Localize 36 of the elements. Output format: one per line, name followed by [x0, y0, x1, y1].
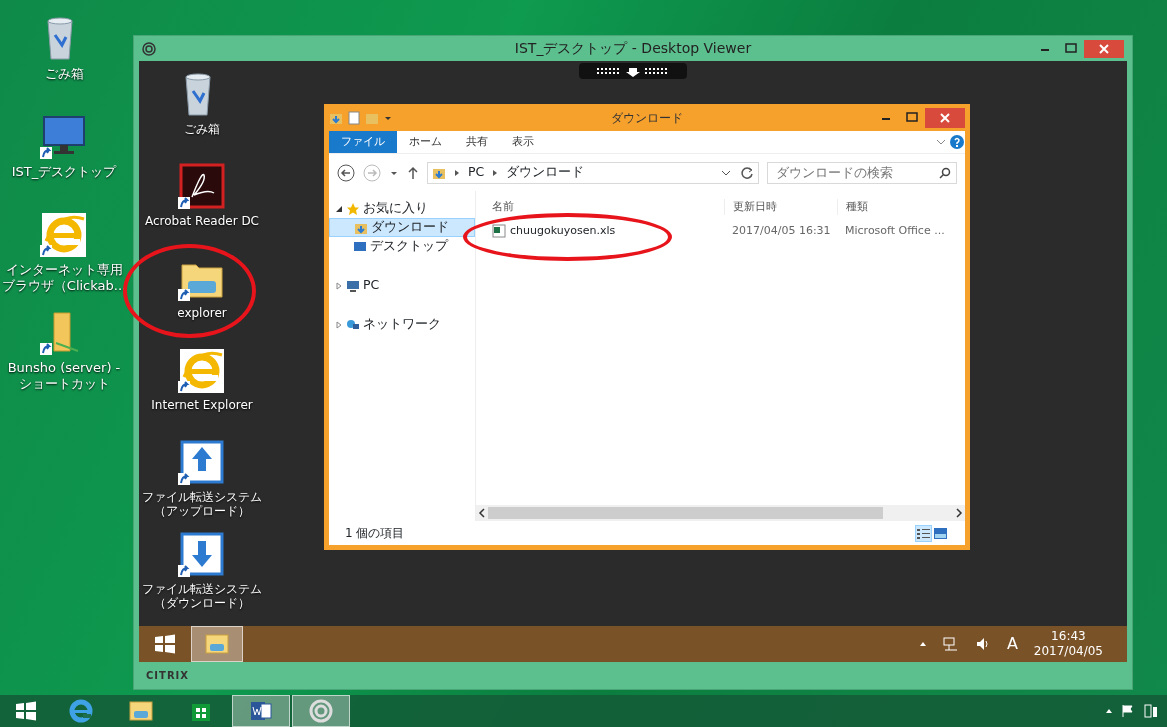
window-title: IST_デスクトップ - Desktop Viewer: [514, 39, 752, 58]
column-header[interactable]: 更新日時: [724, 198, 837, 215]
clock-date[interactable]: 2017/04/05: [1033, 644, 1103, 659]
icon-label: Bunsho (server) - ショートカット: [6, 360, 122, 392]
nav-item[interactable]: ダウンロード: [329, 218, 475, 237]
nav-item[interactable]: PC: [329, 276, 475, 295]
ribbon-tab[interactable]: 表示: [500, 130, 546, 154]
item-count: 1 個の項目: [345, 525, 405, 542]
icon-label: Internet Explorer: [151, 398, 253, 413]
ribbon-tab[interactable]: ファイル: [329, 130, 397, 154]
icon-label: インターネット専用ブラウザ（Clickab...: [0, 262, 128, 294]
window-title: ダウンロード: [611, 109, 683, 127]
nav-item[interactable]: デスクトップ: [329, 237, 475, 256]
search-field[interactable]: ダウンロードの検索: [767, 161, 957, 184]
nav-item[interactable]: お気に入り: [329, 199, 475, 218]
clock-time[interactable]: 16:43: [1033, 629, 1103, 644]
column-header[interactable]: 種類: [837, 198, 947, 215]
breadcrumb-item[interactable]: ダウンロード: [506, 163, 585, 182]
icon-label: ファイル転送システム（ダウンロード）: [141, 582, 263, 611]
ime-indicator[interactable]: A: [1006, 632, 1018, 656]
citrix-logo-text: CITRIX: [146, 669, 189, 683]
column-header[interactable]: 名前: [476, 198, 724, 215]
ribbon-tab[interactable]: ホーム: [397, 130, 454, 154]
icon-label: ファイル転送システム（アップロード）: [141, 490, 263, 519]
icon-label: ごみ箱: [44, 66, 84, 82]
icon-label: ごみ箱: [184, 122, 220, 137]
icon-label: Acrobat Reader DC: [145, 214, 259, 229]
file-type: Microsoft Office ...: [844, 222, 946, 239]
icon-label: IST_デスクトップ: [11, 164, 117, 180]
breadcrumb-item[interactable]: PC: [468, 163, 485, 182]
address-bar[interactable]: PC ダウンロード: [427, 161, 759, 184]
icon-label: explorer: [177, 306, 227, 321]
ribbon-tab[interactable]: 共有: [454, 130, 500, 154]
modified-date: 2017/04/05 16:31: [731, 222, 832, 239]
nav-item[interactable]: ネットワーク: [329, 315, 475, 334]
file-name[interactable]: chuugokuyosen.xls: [510, 222, 616, 240]
